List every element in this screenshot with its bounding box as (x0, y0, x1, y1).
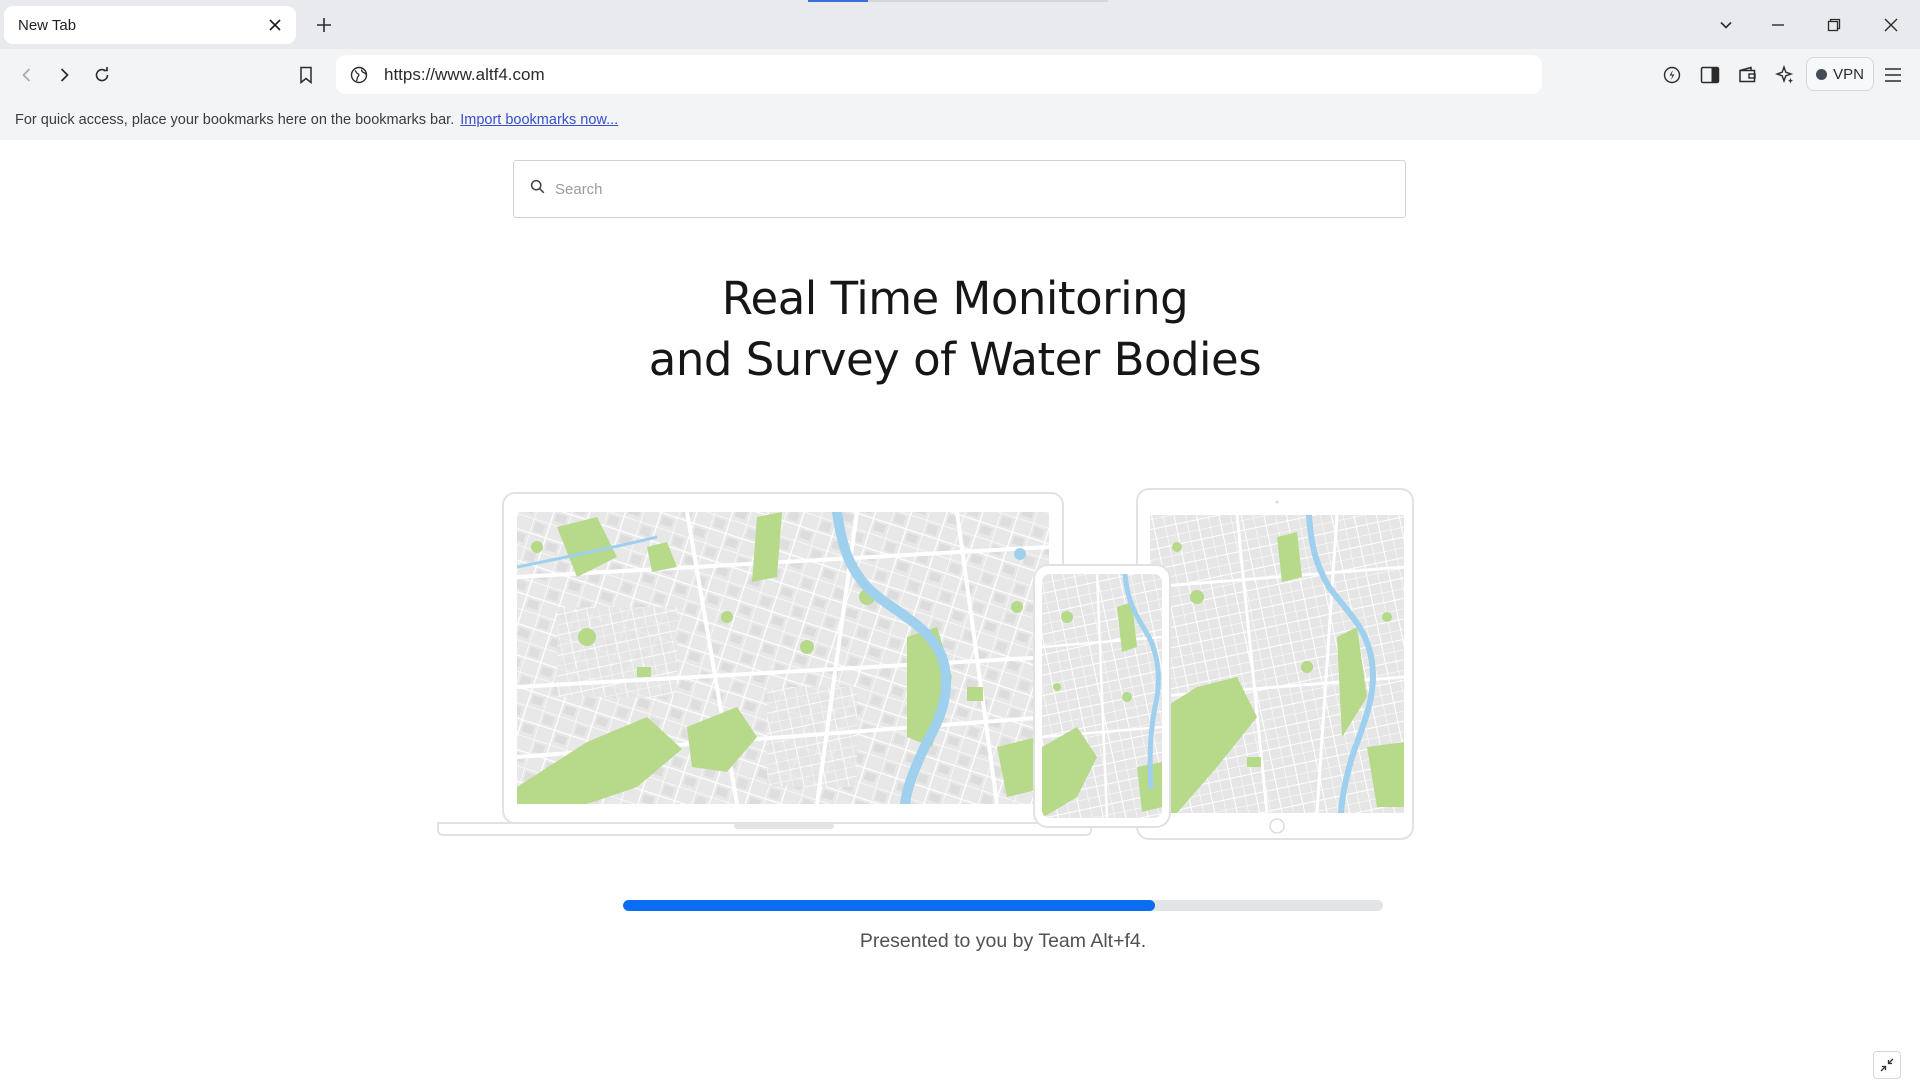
address-bar[interactable]: https://www.altf4.com (336, 55, 1542, 94)
reload-icon[interactable] (88, 61, 116, 89)
phone-map (1042, 574, 1162, 818)
browser-toolbar: https://www.altf4.com VPN (0, 49, 1920, 100)
minimize-icon[interactable] (1763, 10, 1793, 40)
headline-line-1: Real Time Monitoring (721, 272, 1189, 325)
bookmarks-bar: For quick access, place your bookmarks h… (0, 100, 1920, 140)
search-box[interactable] (513, 160, 1406, 218)
ai-assistant-sparkle-icon[interactable] (1771, 61, 1799, 89)
progress-bar (623, 900, 1383, 911)
back-arrow-icon[interactable] (13, 61, 41, 89)
bookmark-icon[interactable] (292, 61, 320, 89)
wallet-icon[interactable] (1734, 61, 1762, 89)
leo-speed-icon[interactable] (1658, 61, 1686, 89)
new-tab-plus-icon[interactable] (311, 12, 337, 38)
search-input[interactable] (555, 180, 1375, 198)
restore-icon[interactable] (1819, 10, 1849, 40)
headline-line-2: and Survey of Water Bodies (648, 333, 1262, 386)
tab-new-tab[interactable]: New Tab (4, 6, 296, 44)
collapse-arrows-icon[interactable] (1873, 1051, 1901, 1079)
progress-fill (623, 900, 1155, 911)
import-bookmarks-link[interactable]: Import bookmarks now... (460, 112, 618, 128)
vpn-status-icon (1816, 68, 1828, 80)
menu-hamburger-icon[interactable] (1879, 61, 1907, 89)
page-headline: Real Time Monitoring and Survey of Water… (560, 268, 1350, 390)
presented-by-text: Presented to you by Team Alt+f4. (859, 930, 1147, 952)
url-text[interactable]: https://www.altf4.com (384, 65, 545, 85)
search-icon (530, 179, 545, 199)
close-tab-icon[interactable] (264, 14, 286, 36)
tab-strip-indicator (808, 0, 868, 2)
sidebar-toggle-icon[interactable] (1696, 61, 1724, 89)
close-window-icon[interactable] (1876, 10, 1906, 40)
bookmarks-bar-message: For quick access, place your bookmarks h… (15, 112, 455, 128)
vpn-label: VPN (1833, 65, 1864, 83)
tab-title: New Tab (18, 16, 77, 34)
vpn-button[interactable]: VPN (1806, 57, 1874, 91)
tablet-map (1150, 515, 1404, 813)
tab-search-chevron-down-icon[interactable] (1711, 10, 1741, 40)
forward-arrow-icon[interactable] (50, 61, 78, 89)
tab-strip: New Tab (0, 0, 1920, 49)
site-info-globe-icon[interactable] (346, 62, 372, 88)
laptop-map (517, 512, 1049, 804)
tab-strip-indicator-track (868, 0, 1108, 2)
devices-illustration (437, 487, 1417, 843)
